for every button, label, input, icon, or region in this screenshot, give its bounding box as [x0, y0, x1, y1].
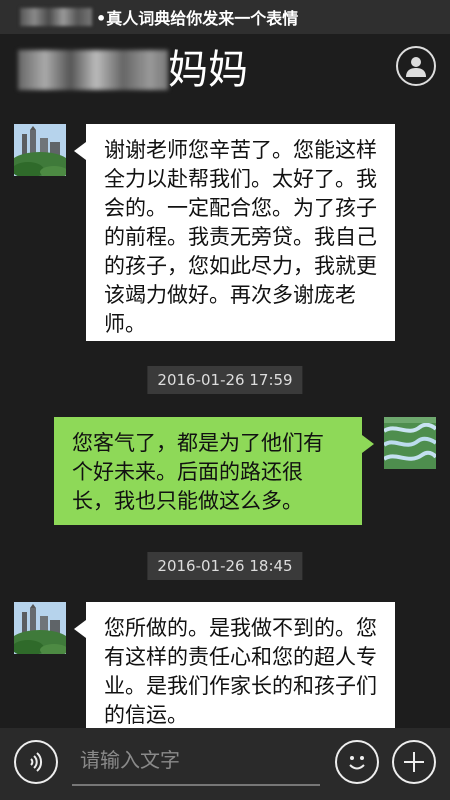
message-bubble-incoming[interactable]: 谢谢老师您辛苦了。您能这样全力以赴帮我们。太好了。我会的。一定配合您。为了孩子的…	[74, 124, 395, 341]
chat-header: 妈妈	[0, 34, 450, 104]
message-input[interactable]: 请输入文字	[72, 740, 320, 786]
status-bar: •真人词典给你发来一个表情	[0, 0, 450, 34]
message-text: 谢谢老师您辛苦了。您能这样全力以赴帮我们。太好了。我会的。一定配合您。为了孩子的…	[104, 138, 377, 336]
input-bar: 请输入文字	[0, 728, 450, 800]
my-avatar[interactable]	[384, 417, 436, 469]
notification-text: •真人词典给你发来一个表情	[96, 9, 299, 28]
voice-button[interactable]	[14, 740, 58, 784]
voice-icon	[30, 752, 43, 772]
message-text: 您客气了，都是为了他们有个好未来。后面的路还很长，我也只能做这么多。	[72, 431, 324, 513]
blurred-sender	[20, 8, 92, 26]
contact-avatar[interactable]	[14, 124, 66, 176]
blurred-title	[18, 50, 168, 90]
profile-button[interactable]	[396, 46, 436, 86]
timestamp: 2016-01-26 17:59	[147, 366, 303, 394]
person-icon	[406, 57, 426, 77]
timestamp: 2016-01-26 18:45	[147, 552, 303, 580]
chat-title: 妈妈	[18, 48, 248, 92]
message-bubble-outgoing[interactable]: 您客气了，都是为了他们有个好未来。后面的路还很长，我也只能做这么多。	[54, 417, 374, 525]
add-button[interactable]	[392, 740, 436, 784]
message-text: 您所做的。是我做不到的。您有这样的责任心和您的超人专业。是我们作家长的和孩子们的…	[104, 616, 377, 727]
emoji-button[interactable]	[335, 740, 379, 784]
contact-avatar[interactable]	[14, 602, 66, 654]
message-bubble-incoming[interactable]: 您所做的。是我做不到的。您有这样的责任心和您的超人专业。是我们作家长的和孩子们的…	[74, 602, 395, 728]
plus-icon	[404, 752, 424, 772]
emoji-icon	[349, 756, 365, 770]
message-list[interactable]: 谢谢老师您辛苦了。您能这样全力以赴帮我们。太好了。我会的。一定配合您。为了孩子的…	[0, 104, 450, 728]
chat-title-text: 妈妈	[168, 47, 248, 93]
